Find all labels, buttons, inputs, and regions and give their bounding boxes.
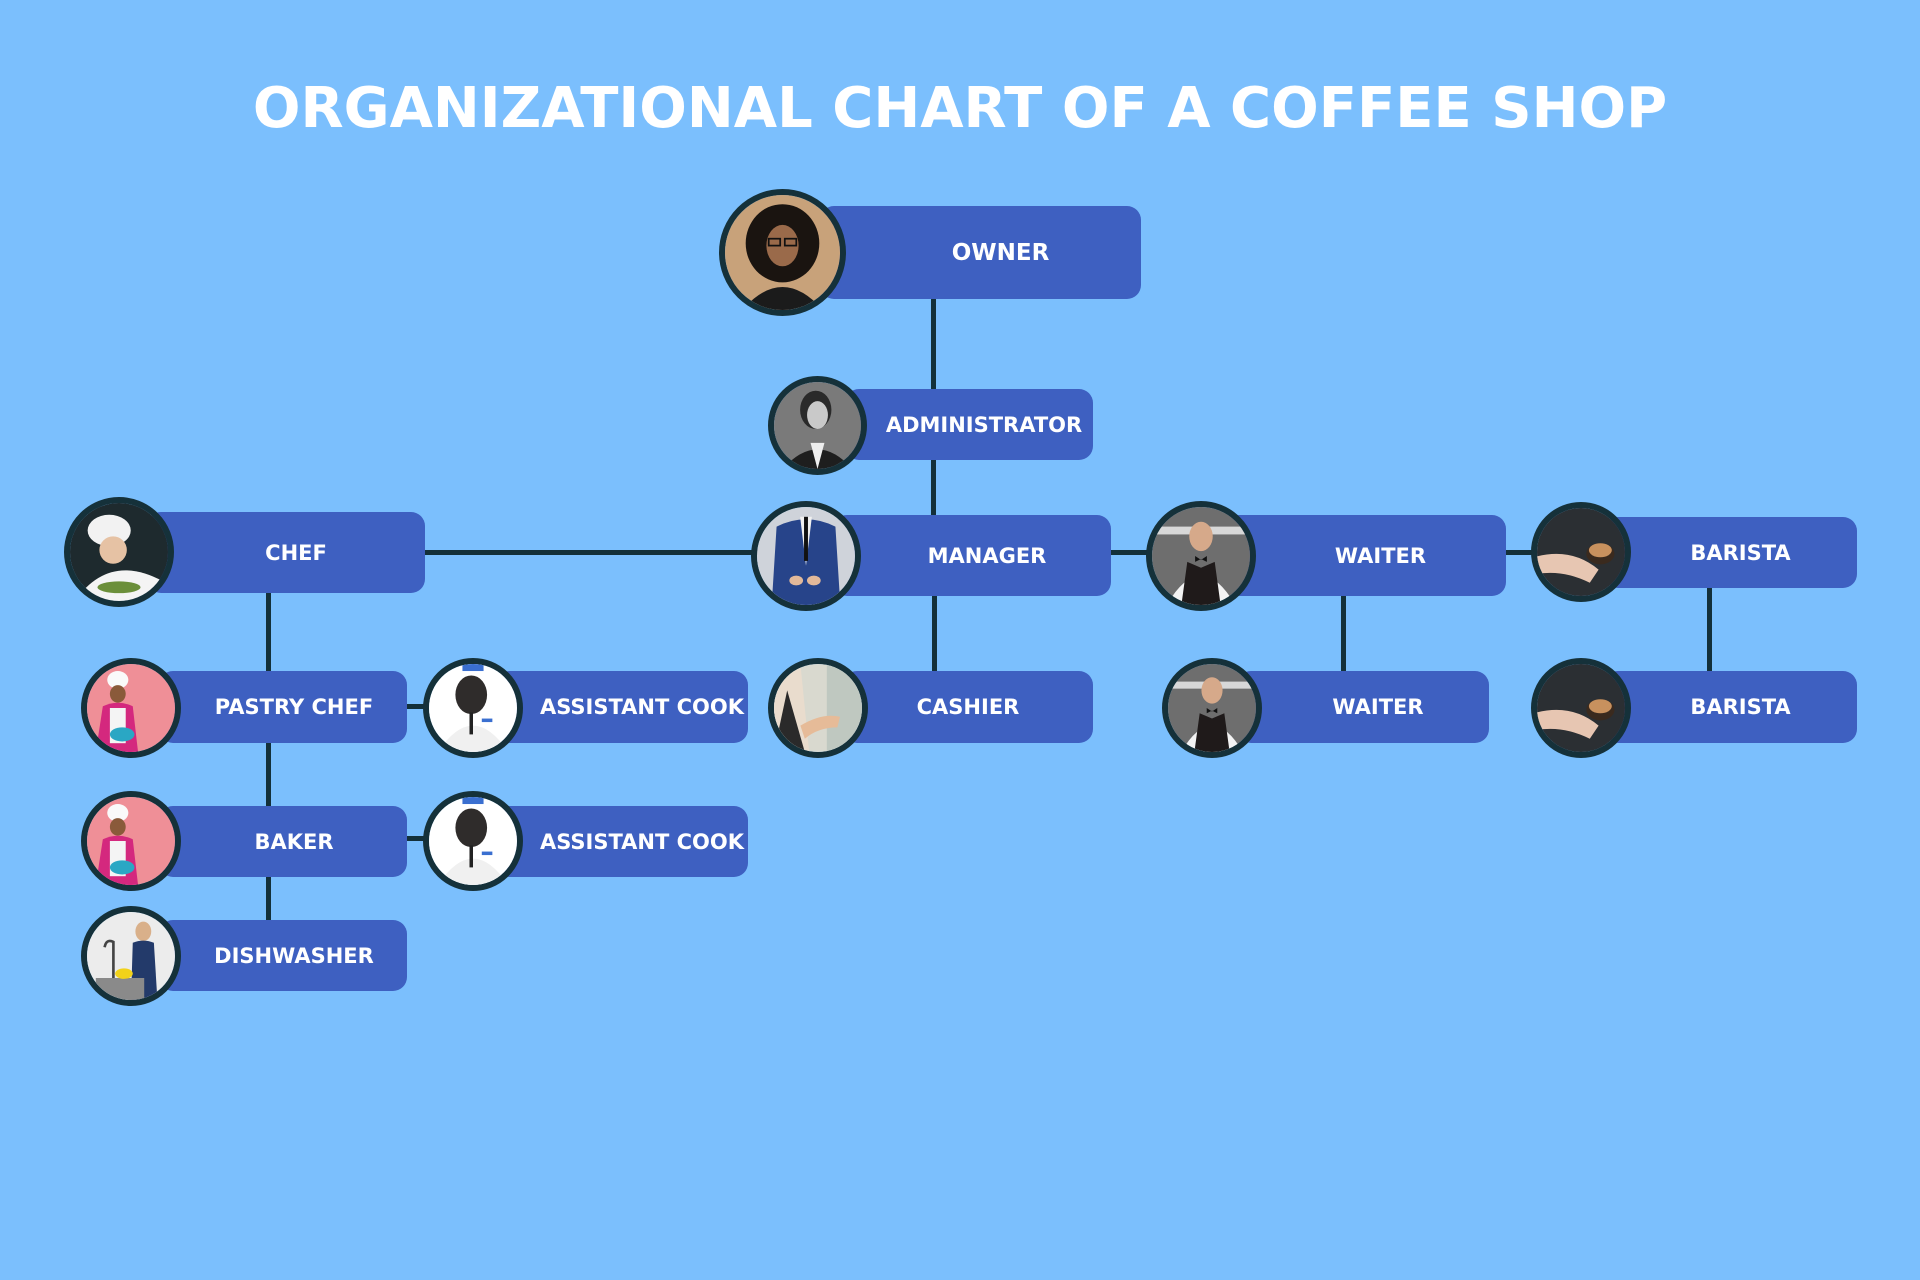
connector-administrator-manager — [931, 460, 936, 516]
cook-with-pan-photo — [423, 791, 523, 891]
node-owner[interactable]: OWNER — [820, 206, 1141, 299]
node-waiter-2[interactable]: WAITER — [1237, 671, 1489, 743]
node-assistant-cook-1-label: ASSISTANT COOK — [539, 695, 745, 719]
chart-title: ORGANIZATIONAL CHART OF A COFFEE SHOP — [252, 76, 1668, 141]
node-manager-label: MANAGER — [927, 543, 1047, 568]
baker-photo — [81, 791, 181, 891]
node-waiter-2-label: WAITER — [1332, 695, 1424, 719]
waiter-photo — [1146, 501, 1256, 611]
node-barista-2[interactable]: BARISTA — [1604, 671, 1857, 743]
waiter-photo — [1162, 658, 1262, 758]
node-chef-label: CHEF — [265, 540, 327, 565]
connector-chef-manager — [425, 550, 765, 555]
node-pastry-chef-label: PASTRY CHEF — [214, 695, 374, 719]
node-barista-1[interactable]: BARISTA — [1604, 517, 1857, 588]
connector-baker-dishwasher — [266, 877, 271, 921]
man-in-blue-suit-photo — [751, 501, 861, 611]
connector-pastry-chef-baker — [266, 743, 271, 807]
connector-waiter-waiter — [1341, 596, 1346, 672]
node-owner-label: OWNER — [951, 239, 1050, 266]
connector-barista-barista — [1707, 588, 1712, 672]
chef-plating-photo — [64, 497, 174, 607]
connector-manager-waiter — [1111, 550, 1151, 555]
node-assistant-cook-1[interactable]: ASSISTANT COOK — [496, 671, 748, 743]
node-barista-1-label: BARISTA — [1690, 540, 1791, 565]
node-cashier[interactable]: CASHIER — [843, 671, 1093, 743]
node-baker-label: BAKER — [254, 829, 334, 854]
node-cashier-label: CASHIER — [916, 695, 1020, 719]
node-manager[interactable]: MANAGER — [833, 515, 1111, 596]
node-chef[interactable]: CHEF — [147, 512, 425, 593]
node-assistant-cook-2[interactable]: ASSISTANT COOK — [496, 806, 748, 877]
woman-with-glasses-photo — [719, 189, 846, 316]
node-barista-2-label: BARISTA — [1690, 695, 1791, 719]
woman-in-suit-photo — [768, 376, 867, 475]
node-baker[interactable]: BAKER — [159, 806, 407, 877]
connector-owner-administrator — [931, 299, 936, 389]
node-administrator-label: ADMINISTRATOR — [885, 412, 1083, 437]
dishwasher-photo — [81, 906, 181, 1006]
node-waiter-1[interactable]: WAITER — [1225, 515, 1506, 596]
connector-chef-pastry-chef — [266, 593, 271, 672]
barista-coffee-cup-photo — [1531, 658, 1631, 758]
node-dishwasher-label: DISHWASHER — [214, 943, 374, 968]
barista-coffee-cup-photo — [1531, 502, 1631, 602]
node-pastry-chef[interactable]: PASTRY CHEF — [159, 671, 407, 743]
connector-manager-cashier — [932, 596, 937, 672]
node-dishwasher[interactable]: DISHWASHER — [159, 920, 407, 991]
pastry-chef-photo — [81, 658, 181, 758]
node-waiter-1-label: WAITER — [1334, 543, 1427, 568]
node-assistant-cook-2-label: ASSISTANT COOK — [539, 829, 745, 854]
cook-with-pan-photo — [423, 658, 523, 758]
cashier-photo — [768, 658, 868, 758]
node-administrator[interactable]: ADMINISTRATOR — [845, 389, 1093, 460]
